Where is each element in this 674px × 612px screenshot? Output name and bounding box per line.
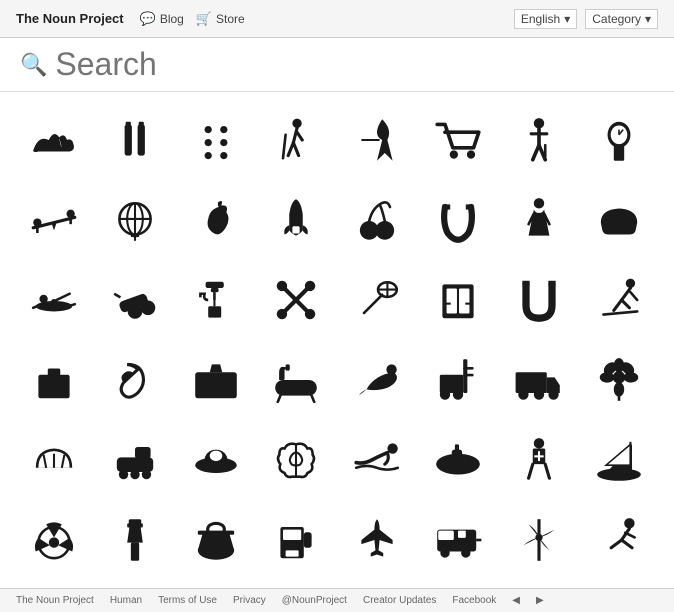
icon-camel[interactable] (16, 102, 92, 178)
icon-seesaw[interactable] (16, 182, 92, 258)
footer: The Noun Project Human Terms of Use Priv… (0, 588, 674, 612)
blog-link[interactable]: 💬 Blog (140, 11, 184, 27)
icon-airplane-top[interactable] (339, 502, 415, 578)
category-dropdown[interactable]: Category ▾ (585, 9, 658, 29)
footer-next[interactable]: ▶ (536, 595, 544, 606)
icon-rocket[interactable] (258, 182, 334, 258)
icon-camera[interactable] (178, 342, 254, 418)
icon-parking-meter[interactable] (581, 102, 657, 178)
search-input[interactable] (55, 46, 654, 83)
icon-windmill[interactable] (501, 502, 577, 578)
icon-locker[interactable] (420, 262, 496, 338)
icon-cherries[interactable] (339, 182, 415, 258)
icon-person-lying[interactable] (339, 342, 415, 418)
category-arrow: ▾ (645, 12, 651, 26)
icon-cannon[interactable] (97, 262, 173, 338)
icon-roller-skate[interactable] (97, 422, 173, 498)
icon-person-falling[interactable] (581, 502, 657, 578)
icon-medic-person[interactable] (501, 422, 577, 498)
icon-lighthouse[interactable] (97, 502, 173, 578)
icon-submarine[interactable] (420, 422, 496, 498)
icon-swimmer[interactable] (339, 422, 415, 498)
logo[interactable]: The Noun Project (16, 11, 124, 26)
store-label: Store (216, 12, 245, 26)
icon-badminton[interactable] (339, 262, 415, 338)
icon-grid (0, 92, 674, 588)
search-icon: 🔍 (20, 52, 47, 78)
icon-flower[interactable] (581, 342, 657, 418)
icon-elderly-person[interactable] (501, 102, 577, 178)
footer-link-facebook[interactable]: Facebook (452, 595, 496, 606)
icon-truck[interactable] (501, 342, 577, 418)
footer-prev[interactable]: ◀ (512, 595, 520, 606)
icon-shopping-cart[interactable] (420, 102, 496, 178)
icon-weight[interactable] (16, 342, 92, 418)
icon-brain[interactable] (258, 422, 334, 498)
icon-bread-loaf[interactable] (581, 182, 657, 258)
icon-rowing[interactable] (16, 262, 92, 338)
right-controls: English ▾ Category ▾ (514, 9, 658, 29)
icon-bottles[interactable] (97, 102, 173, 178)
icon-skier[interactable] (581, 262, 657, 338)
icon-safety-pin[interactable] (97, 342, 173, 418)
icon-forklift[interactable] (420, 342, 496, 418)
footer-link-human[interactable]: Human (110, 595, 142, 606)
footer-link-privacy[interactable]: Privacy (233, 595, 266, 606)
icon-sailboat[interactable] (581, 422, 657, 498)
language-label: English (521, 12, 560, 26)
icon-globe[interactable] (97, 182, 173, 258)
footer-link-updates[interactable]: Creator Updates (363, 595, 436, 606)
icon-caravan[interactable] (420, 502, 496, 578)
icon-faucet-glass[interactable] (178, 262, 254, 338)
icon-radioactive[interactable] (16, 502, 92, 578)
blog-label: Blog (160, 12, 184, 26)
icon-chili-pepper[interactable] (178, 182, 254, 258)
footer-link-twitter[interactable]: @NounProject (282, 595, 347, 606)
nav-links: 💬 Blog 🛒 Store (140, 11, 514, 27)
language-dropdown[interactable]: English ▾ (514, 9, 577, 29)
language-arrow: ▾ (564, 12, 570, 26)
icon-person-walking-cane[interactable] (258, 102, 334, 178)
store-icon: 🛒 (196, 11, 212, 27)
icon-person-dress[interactable] (501, 182, 577, 258)
icon-bathtub[interactable] (258, 342, 334, 418)
icon-horseshoe[interactable] (420, 182, 496, 258)
blog-icon: 💬 (140, 11, 156, 27)
icon-archery[interactable] (339, 102, 415, 178)
icon-magnet[interactable] (501, 262, 577, 338)
store-link[interactable]: 🛒 Store (196, 11, 245, 27)
icon-scissors-cross[interactable] (258, 262, 334, 338)
icon-gas-pump[interactable] (258, 502, 334, 578)
icon-watermelon[interactable] (16, 422, 92, 498)
header: The Noun Project 💬 Blog 🛒 Store English … (0, 0, 674, 38)
footer-link-terms[interactable]: Terms of Use (158, 595, 217, 606)
search-bar: 🔍 (0, 38, 674, 92)
category-label: Category (592, 12, 641, 26)
icon-basket[interactable] (178, 502, 254, 578)
footer-link-home[interactable]: The Noun Project (16, 595, 94, 606)
icon-flying-saucer[interactable] (178, 422, 254, 498)
icon-dots-grid[interactable] (178, 102, 254, 178)
